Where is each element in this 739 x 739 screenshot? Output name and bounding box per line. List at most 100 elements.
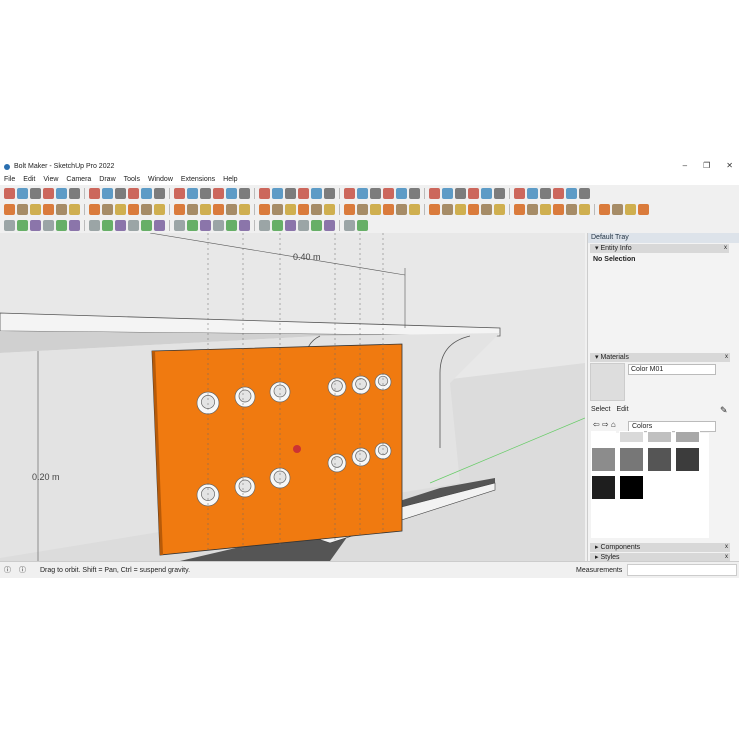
toolbar-tool-icon[interactable] — [115, 219, 126, 231]
toolbar-tool-icon[interactable] — [383, 203, 394, 215]
toolbar-tool-icon[interactable] — [481, 203, 492, 215]
toolbar-tool-icon[interactable] — [357, 187, 368, 199]
menu-camera[interactable]: Camera — [62, 176, 95, 183]
toolbar-tool-icon[interactable] — [226, 203, 237, 215]
toolbar-tool-icon[interactable] — [272, 203, 283, 215]
toolbar-tool-icon[interactable] — [285, 219, 296, 231]
toolbar-tool-icon[interactable] — [141, 203, 152, 215]
toolbar-tool-icon[interactable] — [187, 187, 198, 199]
toolbar-tool-icon[interactable] — [553, 187, 564, 199]
toolbar-tool-icon[interactable] — [527, 203, 538, 215]
toolbar-tool-icon[interactable] — [128, 219, 139, 231]
toolbar-tool-icon[interactable] — [174, 203, 185, 215]
menu-extensions[interactable]: Extensions — [177, 176, 219, 183]
toolbar-tool-icon[interactable] — [200, 187, 211, 199]
toolbar-tool-icon[interactable] — [17, 219, 28, 231]
toolbar-tool-icon[interactable] — [4, 219, 15, 231]
toolbar-tool-icon[interactable] — [56, 219, 67, 231]
toolbar-tool-icon[interactable] — [154, 219, 165, 231]
color-swatch[interactable] — [675, 431, 700, 443]
toolbar-tool-icon[interactable] — [344, 203, 355, 215]
toolbar-tool-icon[interactable] — [239, 187, 250, 199]
minimize-button[interactable]: – — [683, 161, 687, 170]
toolbar-tool-icon[interactable] — [612, 203, 623, 215]
toolbar-tool-icon[interactable] — [102, 203, 113, 215]
toolbar-tool-icon[interactable] — [455, 187, 466, 199]
toolbar-tool-icon[interactable] — [357, 219, 368, 231]
toolbar-tool-icon[interactable] — [128, 203, 139, 215]
toolbar-tool-icon[interactable] — [494, 203, 505, 215]
toolbar-tool-icon[interactable] — [409, 203, 420, 215]
toolbar-tool-icon[interactable] — [30, 187, 41, 199]
toolbar-tool-icon[interactable] — [285, 187, 296, 199]
toolbar-tool-icon[interactable] — [259, 187, 270, 199]
toolbar-tool-icon[interactable] — [154, 203, 165, 215]
toolbar-tool-icon[interactable] — [141, 187, 152, 199]
toolbar-tool-icon[interactable] — [30, 203, 41, 215]
menu-edit[interactable]: Edit — [19, 176, 39, 183]
toolbar-tool-icon[interactable] — [128, 187, 139, 199]
toolbar-tool-icon[interactable] — [311, 219, 322, 231]
toolbar-tool-icon[interactable] — [540, 187, 551, 199]
color-swatch[interactable] — [647, 431, 672, 443]
toolbar-tool-icon[interactable] — [527, 187, 538, 199]
menu-window[interactable]: Window — [144, 176, 177, 183]
toolbar-tool-icon[interactable] — [468, 187, 479, 199]
toolbar-tool-icon[interactable] — [174, 187, 185, 199]
toolbar-tool-icon[interactable] — [442, 203, 453, 215]
menu-file[interactable]: File — [0, 176, 19, 183]
toolbar-tool-icon[interactable] — [226, 219, 237, 231]
toolbar-tool-icon[interactable] — [357, 203, 368, 215]
toolbar-tool-icon[interactable] — [187, 219, 198, 231]
menu-view[interactable]: View — [39, 176, 62, 183]
toolbar-tool-icon[interactable] — [69, 187, 80, 199]
toolbar-tool-icon[interactable] — [285, 203, 296, 215]
toolbar-tool-icon[interactable] — [200, 203, 211, 215]
toolbar-tool-icon[interactable] — [239, 219, 250, 231]
maximize-button[interactable]: ❐ — [703, 161, 710, 170]
color-swatch[interactable] — [591, 475, 616, 500]
nav-back-icon[interactable]: ⇦ ⇨ ⌂ — [593, 420, 616, 429]
eyedropper-icon[interactable]: ✎ — [720, 405, 728, 416]
toolbar-tool-icon[interactable] — [540, 203, 551, 215]
toolbar-tool-icon[interactable] — [553, 203, 564, 215]
toolbar-tool-icon[interactable] — [396, 203, 407, 215]
toolbar-tool-icon[interactable] — [56, 203, 67, 215]
toolbar-tool-icon[interactable] — [579, 203, 590, 215]
toolbar-tool-icon[interactable] — [226, 187, 237, 199]
toolbar-tool-icon[interactable] — [4, 187, 15, 199]
toolbar-tool-icon[interactable] — [566, 187, 577, 199]
toolbar-tool-icon[interactable] — [4, 203, 15, 215]
menu-draw[interactable]: Draw — [95, 176, 119, 183]
toolbar-tool-icon[interactable] — [455, 203, 466, 215]
toolbar-tool-icon[interactable] — [89, 187, 100, 199]
toolbar-tool-icon[interactable] — [514, 187, 525, 199]
toolbar-tool-icon[interactable] — [30, 219, 41, 231]
measurements-input[interactable] — [627, 564, 737, 576]
menu-help[interactable]: Help — [219, 176, 241, 183]
close-button[interactable]: ✕ — [726, 161, 733, 170]
toolbar-tool-icon[interactable] — [187, 203, 198, 215]
toolbar-tool-icon[interactable] — [17, 187, 28, 199]
tab-edit[interactable]: Edit — [616, 406, 628, 413]
toolbar-tool-icon[interactable] — [324, 187, 335, 199]
toolbar-tool-icon[interactable] — [43, 187, 54, 199]
3d-viewport[interactable]: 0.40 m 0.20 m — [0, 233, 585, 561]
toolbar-tool-icon[interactable] — [298, 219, 309, 231]
toolbar-tool-icon[interactable] — [115, 187, 126, 199]
toolbar-tool-icon[interactable] — [239, 203, 250, 215]
color-swatch[interactable] — [591, 431, 616, 443]
toolbar-tool-icon[interactable] — [89, 219, 100, 231]
toolbar-tool-icon[interactable] — [344, 219, 355, 231]
toolbar-tool-icon[interactable] — [213, 219, 224, 231]
toolbar-tool-icon[interactable] — [383, 187, 394, 199]
toolbar-tool-icon[interactable] — [213, 187, 224, 199]
toolbar-tool-icon[interactable] — [213, 203, 224, 215]
toolbar-tool-icon[interactable] — [259, 203, 270, 215]
toolbar-tool-icon[interactable] — [599, 203, 610, 215]
menu-tools[interactable]: Tools — [120, 176, 144, 183]
toolbar-tool-icon[interactable] — [370, 203, 381, 215]
toolbar-tool-icon[interactable] — [259, 219, 270, 231]
toolbar-tool-icon[interactable] — [272, 219, 283, 231]
toolbar-tool-icon[interactable] — [102, 219, 113, 231]
